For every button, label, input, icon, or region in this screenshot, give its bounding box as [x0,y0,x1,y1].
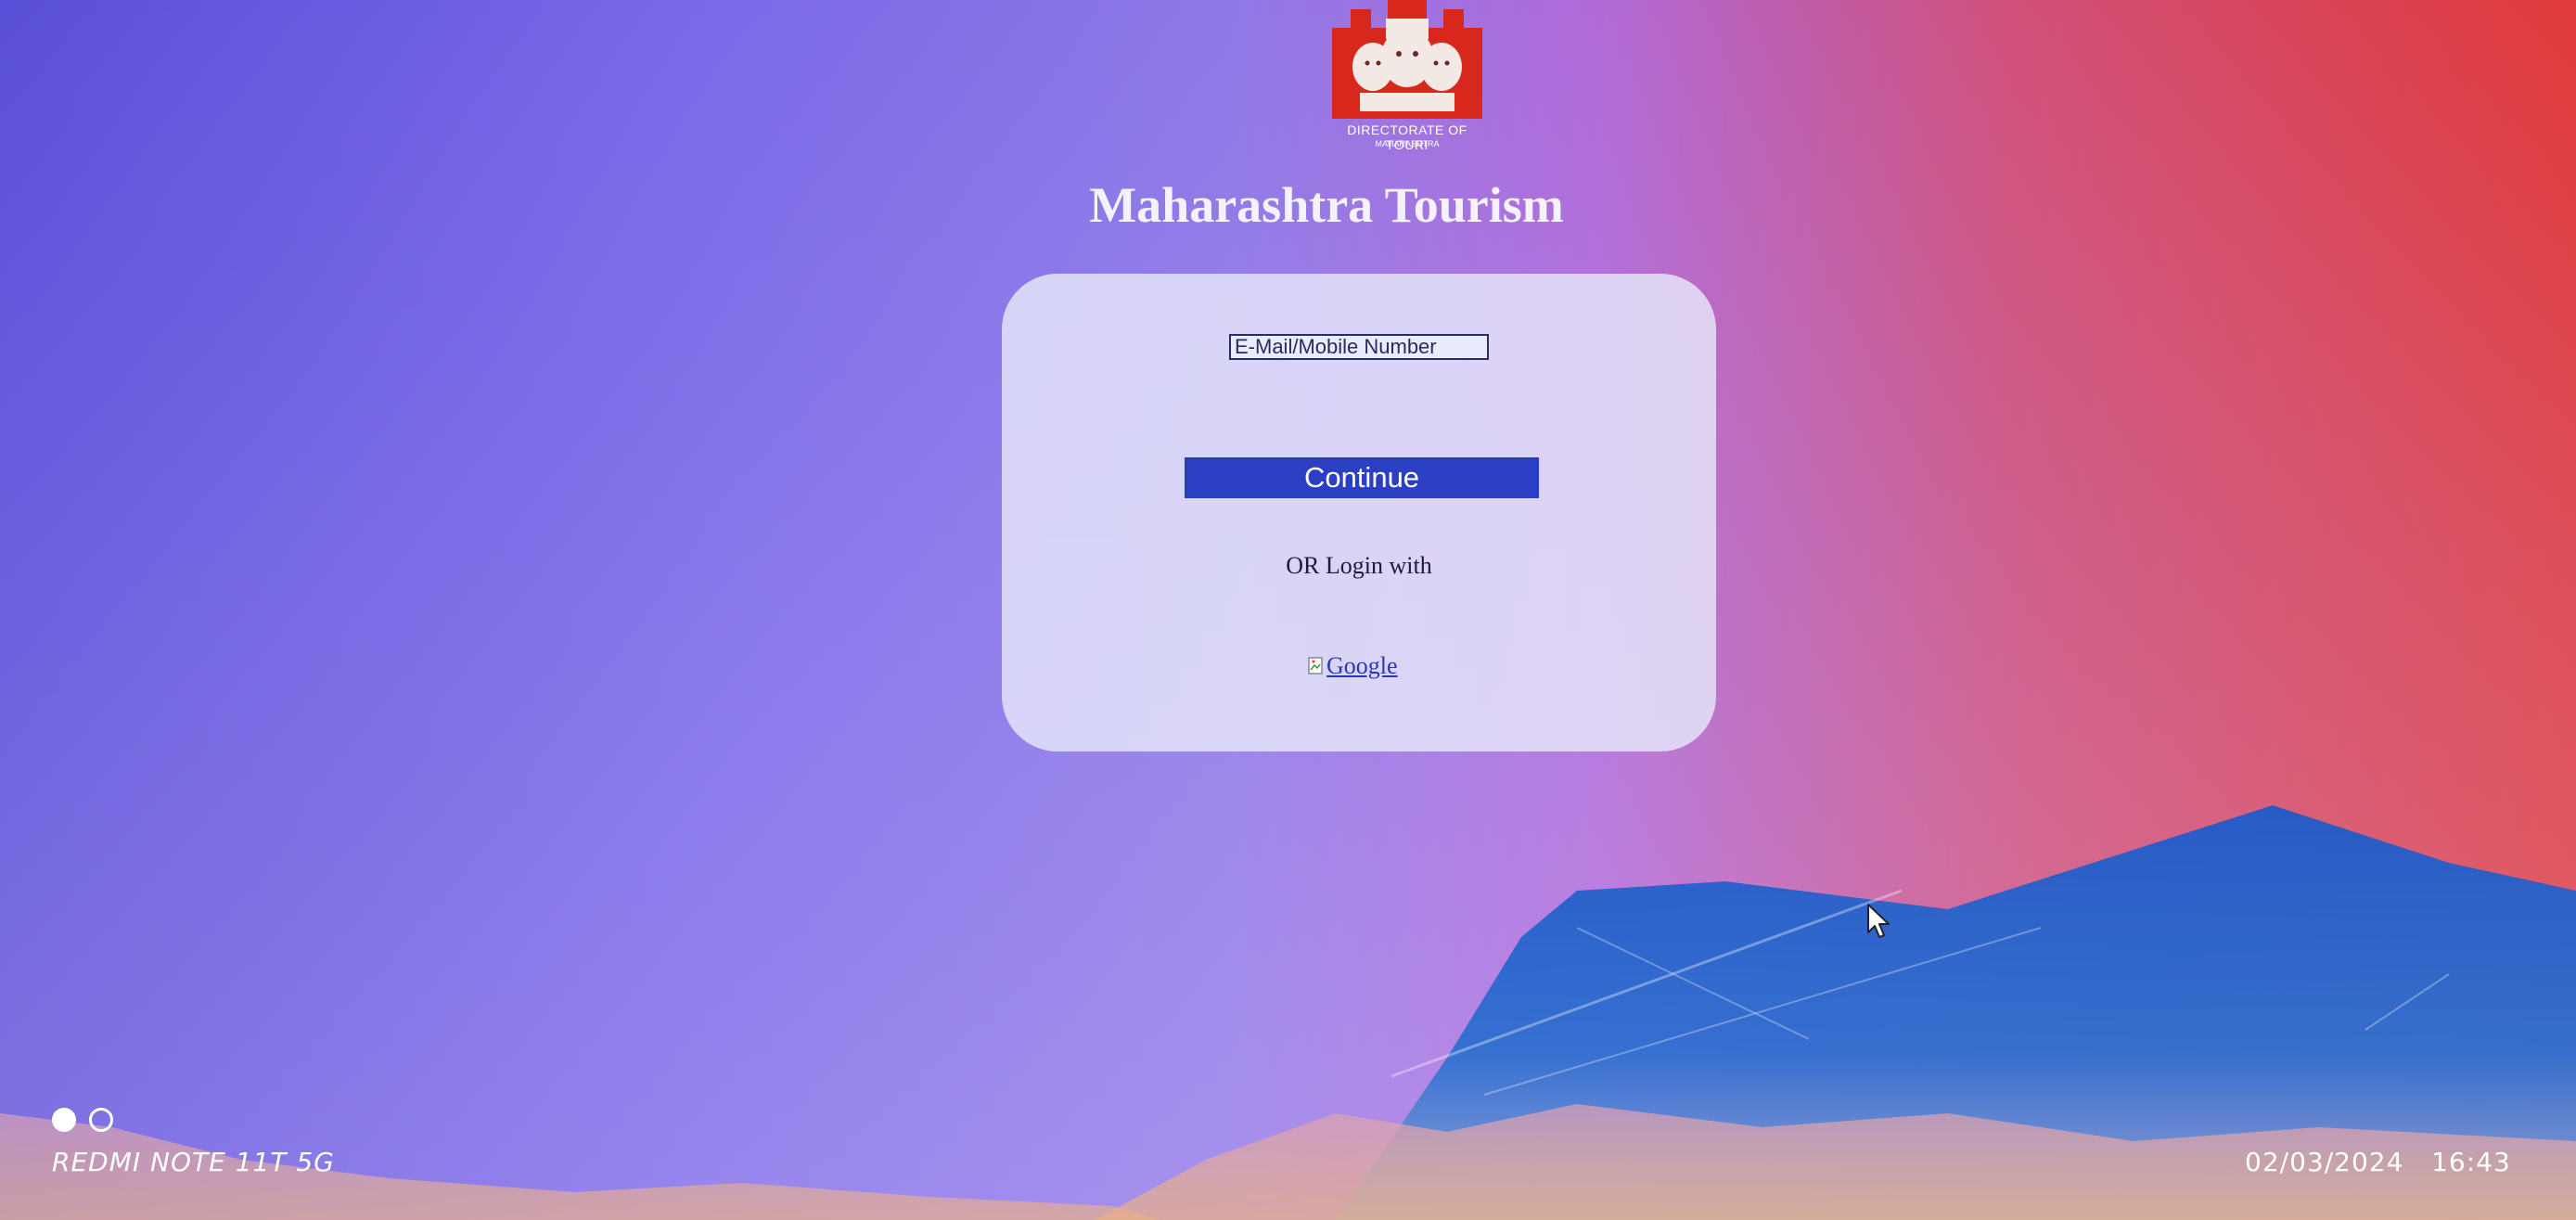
page-title: Maharashtra Tourism [1089,177,1564,233]
continue-button[interactable]: Continue [1185,457,1539,498]
email-mobile-input[interactable] [1229,334,1489,360]
logo-subtext: MAHARASHTRA [1375,139,1440,148]
dot-active-icon [52,1108,76,1132]
device-watermark: REDMI NOTE 11T 5G [52,1147,335,1177]
datetime-watermark: 02/03/2024 16:43 [2245,1147,2511,1177]
logo-emblem-icon [1332,0,1482,119]
login-card: Continue OR Login with Google [1002,274,1716,751]
camera-mode-dots [52,1108,113,1132]
google-login-link[interactable]: Google [1308,652,1398,680]
date-label: 02/03/2024 [2245,1147,2404,1177]
dot-inactive-icon [89,1108,113,1132]
mouse-cursor-icon [1867,904,1890,938]
tourism-logo: DIRECTORATE OF TOURI MAHARASHTRA [1328,0,1486,153]
broken-image-icon [1308,657,1323,674]
google-link-label: Google [1326,652,1398,679]
or-login-with-label: OR Login with [1286,552,1432,579]
time-label: 16:43 [2431,1147,2511,1177]
